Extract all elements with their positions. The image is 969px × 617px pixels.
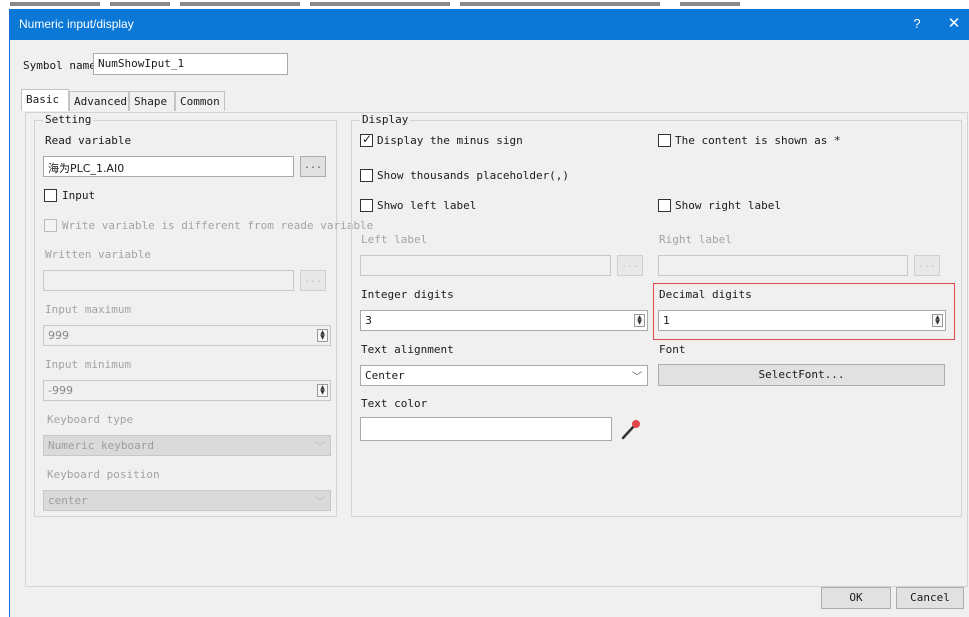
written-variable-label: Written variable	[45, 248, 151, 261]
chevron-down-icon: ﹀	[632, 372, 642, 383]
right-label-input[interactable]	[658, 255, 908, 276]
symbol-name-label: Symbol name	[23, 59, 96, 72]
write-diff-checkbox[interactable]	[44, 219, 57, 232]
decimal-digits-value: 1	[663, 314, 670, 327]
keyboard-type-value: Numeric keyboard	[48, 439, 154, 452]
decimal-digits-field[interactable]: 1 ▲ ▼	[658, 310, 946, 331]
cancel-button[interactable]: Cancel	[896, 587, 964, 609]
display-legend: Display	[360, 113, 411, 126]
tab-advanced[interactable]: Advanced	[69, 91, 129, 111]
window-title: Numeric input/display	[19, 17, 134, 31]
chevron-down-icon: ﹀	[315, 497, 325, 508]
color-picker-eyedropper-icon[interactable]	[620, 417, 642, 441]
left-label-caption: Left label	[361, 233, 428, 246]
decimal-digits-spinner[interactable]: ▲ ▼	[932, 314, 943, 327]
setting-group: Setting	[34, 113, 337, 517]
input-checkbox[interactable]	[44, 189, 57, 202]
keyboard-position-label: Keyboard position	[47, 468, 160, 481]
tab-shape[interactable]: Shape	[129, 91, 175, 111]
thousands-checkbox[interactable]	[360, 169, 373, 182]
symbol-name-input[interactable]: NumShowIput_1	[93, 53, 288, 75]
written-variable-browse-button[interactable]: ...	[300, 270, 326, 291]
right-label-check-label: Show right label	[675, 199, 781, 212]
content-star-checkbox[interactable]	[658, 134, 671, 147]
integer-digits-value: 3	[365, 314, 372, 327]
text-alignment-select[interactable]: Center ﹀	[360, 365, 648, 386]
integer-digits-field[interactable]: 3 ▲ ▼	[360, 310, 648, 331]
text-color-label: Text color	[361, 397, 428, 410]
input-maximum-label: Input maximum	[45, 303, 132, 316]
input-minimum-value: -999	[48, 384, 73, 397]
keyboard-type-label: Keyboard type	[47, 413, 134, 426]
content-star-label: The content is shown as *	[675, 134, 841, 147]
tab-common[interactable]: Common	[175, 91, 225, 111]
input-minimum-field[interactable]: -999 ▲ ▼	[43, 380, 331, 401]
help-icon[interactable]: ?	[910, 16, 924, 31]
chevron-down-icon: ﹀	[315, 442, 325, 453]
text-alignment-value: Center	[365, 369, 405, 382]
text-color-input[interactable]	[360, 417, 612, 441]
input-maximum-field[interactable]: 999 ▲ ▼	[43, 325, 331, 346]
right-label-caption: Right label	[659, 233, 732, 246]
keyboard-type-select[interactable]: Numeric keyboard ﹀	[43, 435, 331, 456]
thousands-label: Show thousands placeholder(,)	[377, 169, 570, 182]
font-label: Font	[659, 343, 686, 356]
right-label-browse-button[interactable]: ...	[914, 255, 940, 276]
integer-digits-spinner[interactable]: ▲ ▼	[634, 314, 645, 327]
text-alignment-label: Text alignment	[361, 343, 454, 356]
read-variable-label: Read variable	[45, 134, 132, 147]
left-label-input[interactable]	[360, 255, 611, 276]
input-maximum-spinner[interactable]: ▲ ▼	[317, 329, 328, 342]
keyboard-position-select[interactable]: center ﹀	[43, 490, 331, 511]
left-label-checkbox[interactable]	[360, 199, 373, 212]
decimal-digits-label: Decimal digits	[659, 288, 752, 301]
minus-sign-label: Display the minus sign	[377, 134, 523, 147]
background-app-strip	[0, 0, 969, 9]
read-variable-input[interactable]: 海为PLC_1.AI0	[43, 156, 294, 177]
integer-digits-label: Integer digits	[361, 288, 454, 301]
minus-sign-checkbox[interactable]	[360, 132, 373, 147]
left-label-check-label: Shwo left label	[377, 199, 477, 212]
input-checkbox-label: Input	[62, 189, 96, 202]
keyboard-position-value: center	[48, 494, 88, 507]
input-maximum-value: 999	[48, 329, 69, 342]
read-variable-browse-button[interactable]: ...	[300, 156, 326, 177]
left-label-browse-button[interactable]: ...	[617, 255, 643, 276]
close-icon[interactable]: ✕	[946, 14, 962, 32]
setting-legend: Setting	[43, 113, 94, 126]
write-diff-label: Write variable is different from reade v…	[62, 219, 374, 232]
ok-button[interactable]: OK	[821, 587, 891, 609]
input-minimum-spinner[interactable]: ▲ ▼	[317, 384, 328, 397]
written-variable-input[interactable]	[43, 270, 294, 291]
right-label-checkbox[interactable]	[658, 199, 671, 212]
dialog-window: Numeric input/display ? ✕ Symbol name Nu…	[9, 9, 969, 617]
select-font-button[interactable]: SelectFont...	[658, 364, 945, 386]
title-bar[interactable]: Numeric input/display ? ✕	[10, 9, 969, 40]
tab-basic[interactable]: Basic	[21, 89, 69, 111]
input-minimum-label: Input minimum	[45, 358, 132, 371]
